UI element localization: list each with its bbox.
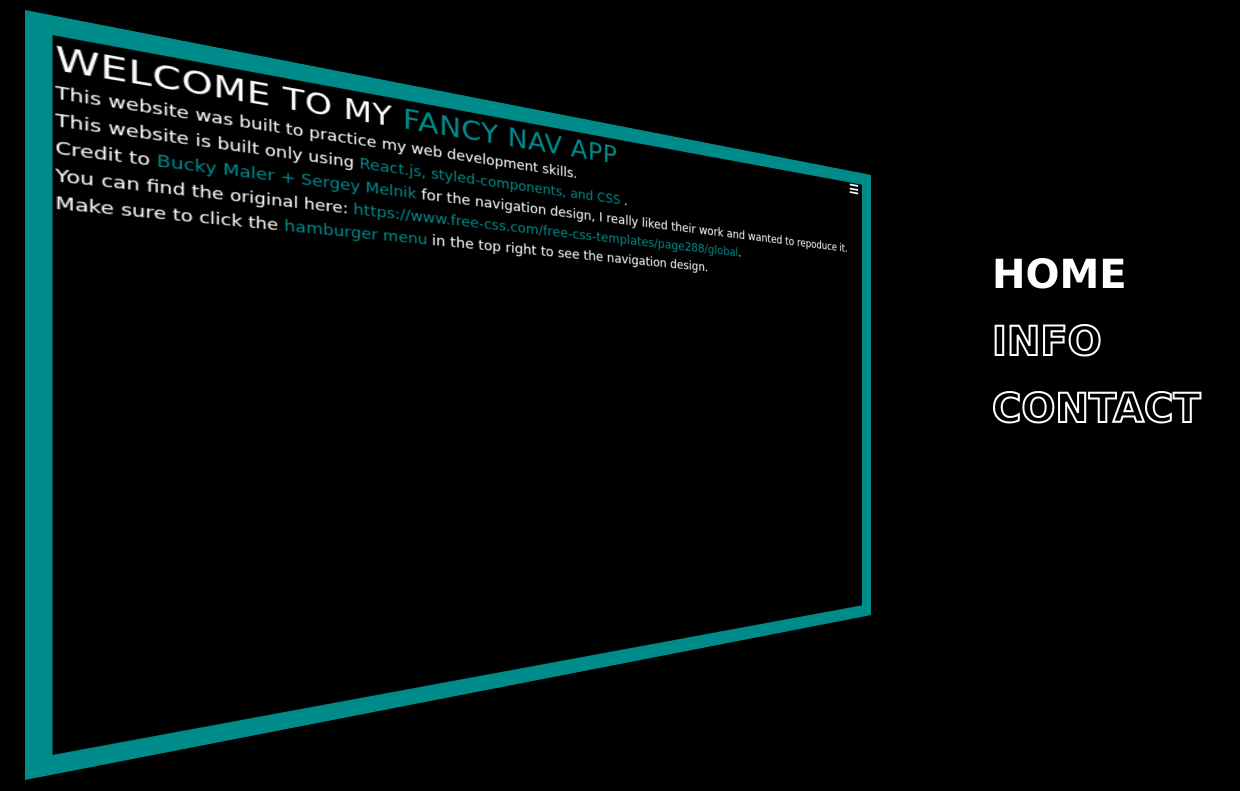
- hamburger-bar-top: [850, 184, 858, 187]
- app-content: WELCOME TO MY FANCY NAV APP This website…: [53, 35, 862, 755]
- side-navigation: HOME INFO CONTACT: [992, 242, 1201, 443]
- nav-item-info[interactable]: INFO: [992, 309, 1201, 376]
- hamburger-menu-icon[interactable]: [850, 184, 858, 195]
- app-window-frame: WELCOME TO MY FANCY NAV APP This website…: [25, 10, 871, 780]
- nav-item-home[interactable]: HOME: [992, 242, 1201, 309]
- source-suffix: .: [738, 247, 741, 260]
- credit-prefix: Credit to: [55, 139, 150, 170]
- tech-suffix: .: [624, 194, 628, 208]
- hamburger-bar-middle: [850, 187, 858, 190]
- nav-item-contact[interactable]: CONTACT: [992, 376, 1201, 443]
